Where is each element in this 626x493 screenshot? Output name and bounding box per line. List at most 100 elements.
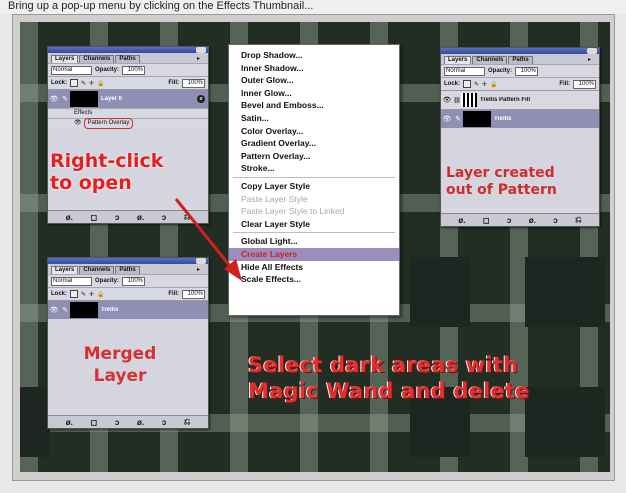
new-layer-icon[interactable]: ɔ [162,213,166,222]
menu-item-inner-glow[interactable]: Inner Glow... [229,87,399,100]
annotation-line: Right-click [50,150,164,172]
magic-wand-annotation: Select dark areas with Magic Wand and de… [248,352,588,404]
trash-icon[interactable]: ⎌ [575,215,581,225]
lock-row: Lock: ✎ ✛ 🔒 Fill: 100% [48,76,208,89]
new-set-icon[interactable]: ɔ [115,213,119,222]
opacity-field[interactable]: 100% [515,66,539,76]
tab-channels[interactable]: Channels [472,56,508,64]
blend-row: Normal Opacity: 100% [441,64,599,77]
lock-transparency-icon[interactable] [463,80,472,88]
adjustment-layer-icon[interactable]: ø. [137,418,144,427]
layer-thumbnail[interactable] [70,302,98,318]
fill-field[interactable]: 100% [182,78,205,88]
layer-row[interactable]: 👁 ✎ Trellis [441,109,599,128]
new-layer-icon[interactable]: ɔ [162,418,166,427]
eye-icon[interactable]: 👁 [441,96,453,104]
merged-layer-annotation: Merged Layer [75,343,165,387]
blend-mode-select[interactable]: Normal [51,65,92,75]
new-set-icon[interactable]: ɔ [115,418,119,427]
effect-item-row[interactable]: 👁 Pattern Overlay [48,118,208,129]
link-layers-icon[interactable]: ø. [458,216,465,225]
eye-icon[interactable]: 👁 [74,119,82,128]
add-mask-icon[interactable]: ◻ [90,213,97,222]
menu-item-outer-glow[interactable]: Outer Glow... [229,74,399,87]
lock-move-icon[interactable]: ✛ [89,80,94,87]
lock-all-icon[interactable]: 🔒 [97,80,104,87]
trash-icon[interactable]: ⎌ [184,417,190,427]
new-set-icon[interactable]: ɔ [507,216,511,225]
tab-layers[interactable]: Layers [51,55,79,63]
opacity-field[interactable]: 100% [122,65,146,75]
tab-channels[interactable]: Channels [79,55,115,63]
menu-item-bevel-emboss[interactable]: Bevel and Emboss... [229,99,399,112]
effects-row[interactable]: Effects [48,108,208,118]
menu-item-satin[interactable]: Satin... [229,112,399,125]
eye-icon[interactable]: 👁 [441,115,453,123]
right-click-annotation: Right-click to open [50,150,200,194]
new-layer-icon[interactable]: ɔ [553,216,557,225]
pattern-thumbnail[interactable] [461,93,477,107]
tab-layers[interactable]: Layers [444,56,472,64]
lock-all-icon[interactable]: 🔒 [490,81,497,88]
layer-thumbnail[interactable] [70,91,98,107]
menu-item-hide-effects[interactable]: Hide All Effects [229,261,399,274]
layer-row[interactable]: 👁 ✎ Trellis [48,300,208,319]
blend-mode-select[interactable]: Normal [444,66,485,76]
menu-item-global-light[interactable]: Global Light... [229,235,399,248]
lock-transparency-icon[interactable] [70,290,79,298]
eye-icon[interactable]: 👁 [48,306,60,314]
panel-tabs: Layers Channels Paths ▸ [441,54,599,64]
eye-icon[interactable]: 👁 [48,95,60,103]
close-icon[interactable] [587,48,597,54]
menu-item-create-layers[interactable]: Create Layers [229,247,399,261]
lock-brush-icon[interactable]: ✎ [81,291,86,298]
menu-item-copy-style[interactable]: Copy Layer Style [229,180,399,193]
lock-all-icon[interactable]: 🔒 [97,291,104,298]
menu-item-paste-linked: Paste Layer Style to Linked [241,206,345,217]
fill-field[interactable]: 100% [573,79,596,89]
fill-field[interactable]: 100% [182,289,205,299]
opacity-field[interactable]: 100% [122,276,146,286]
annotation-line: Layer created [446,165,555,181]
tab-paths[interactable]: Paths [508,56,533,64]
chain-link-icon: ⛓ [453,97,461,104]
layer-row[interactable]: 👁 ⛓ Trellis Pattern Fill [441,90,599,109]
layer-row[interactable]: 👁 ✎ Layer 0 ø [48,89,208,108]
lock-brush-icon[interactable]: ✎ [474,81,479,88]
tab-layers[interactable]: Layers [51,266,79,274]
panel-menu-icon[interactable]: ▸ [197,55,205,62]
lock-move-icon[interactable]: ✛ [89,291,94,298]
tab-paths[interactable]: Paths [115,266,140,274]
pattern-overlay-effect[interactable]: Pattern Overlay [83,118,134,129]
menu-item-drop-shadow[interactable]: Drop Shadow... [229,49,399,62]
tab-channels[interactable]: Channels [79,266,115,274]
lock-move-icon[interactable]: ✛ [482,81,487,88]
add-mask-icon[interactable]: ◻ [483,216,490,225]
adjustment-layer-icon[interactable]: ø. [137,213,144,222]
menu-item-color-overlay[interactable]: Color Overlay... [229,125,399,138]
layer-style-context-menu: Drop Shadow... Inner Shadow... Outer Glo… [228,44,400,316]
menu-item-stroke[interactable]: Stroke... [229,162,399,175]
menu-item-scale-effects[interactable]: Scale Effects... [229,273,399,286]
menu-item-pattern-overlay[interactable]: Pattern Overlay... [229,150,399,163]
blend-mode-select[interactable]: Normal [51,276,92,286]
panel-titlebar[interactable] [441,48,599,54]
lock-brush-icon[interactable]: ✎ [81,80,86,87]
effects-thumbnail-icon[interactable]: ø [197,95,205,103]
add-mask-icon[interactable]: ◻ [90,418,97,427]
adjustment-layer-icon[interactable]: ø. [529,216,536,225]
layer-name: Layer 0 [101,96,123,102]
layer-thumbnail[interactable] [463,111,491,127]
link-layers-icon[interactable]: ø. [66,213,73,222]
lock-transparency-icon[interactable] [70,79,79,87]
close-icon[interactable] [196,47,206,53]
menu-item-gradient-overlay[interactable]: Gradient Overlay... [229,137,399,150]
panel-menu-icon[interactable]: ▸ [588,56,596,63]
tab-paths[interactable]: Paths [115,55,140,63]
menu-item-inner-shadow[interactable]: Inner Shadow... [229,62,399,75]
lock-label: Lock: [51,80,68,86]
panel-bottom-toolbar: ø. ◻ ɔ ø. ɔ ⎌ [441,213,599,226]
panel-titlebar[interactable] [48,47,208,53]
menu-item-clear-style[interactable]: Clear Layer Style [229,218,399,231]
link-layers-icon[interactable]: ø. [66,418,73,427]
